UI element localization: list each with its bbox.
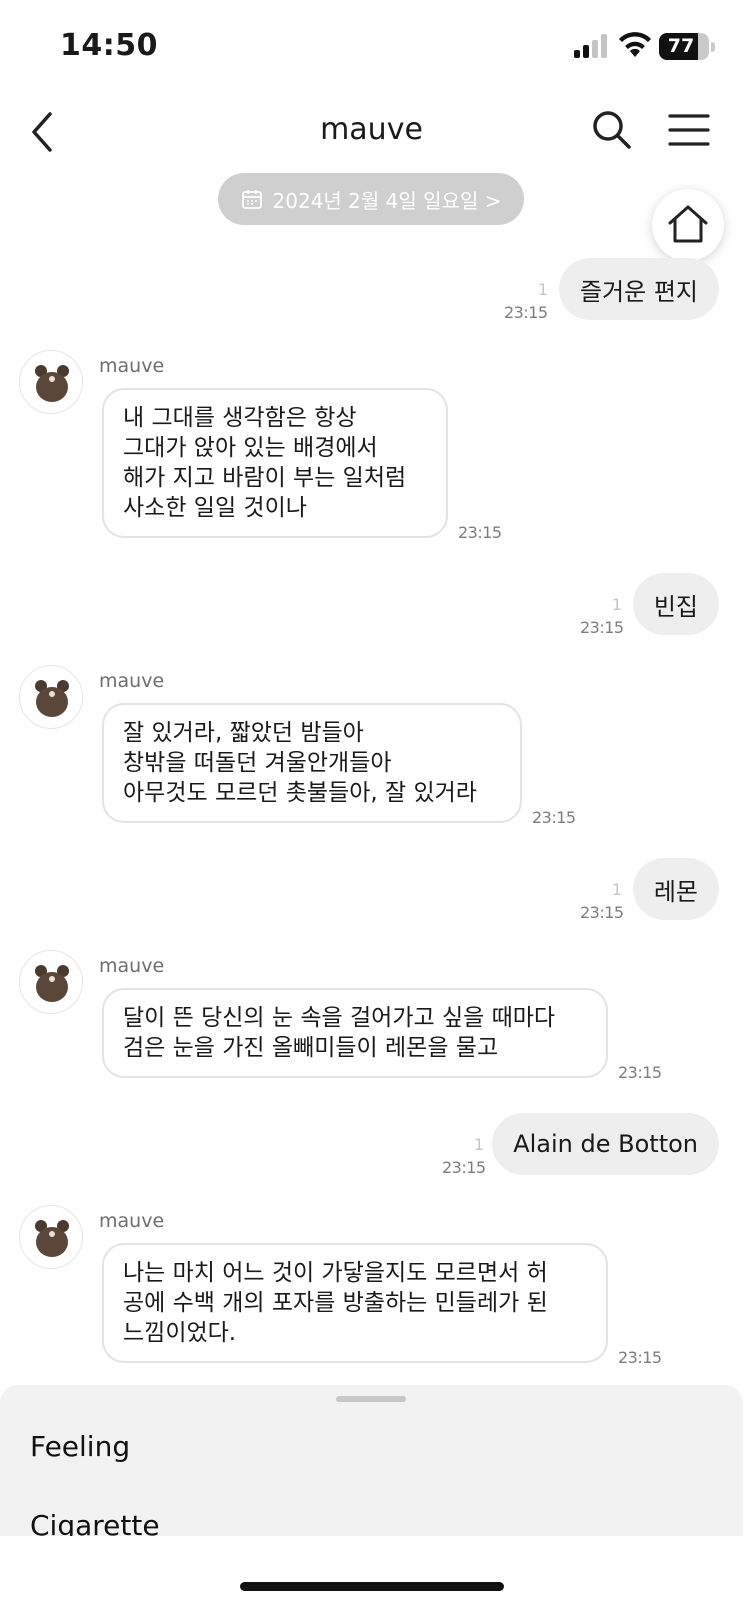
message-line: 해가 지고 바람이 부는 일처럼 xyxy=(123,465,407,491)
message-text: 빈집 xyxy=(653,592,698,621)
message-line: 달이 뜬 당신의 눈 속을 걸어가고 싶을 때마다 xyxy=(123,1005,556,1031)
sent-message-bubble[interactable]: Alain de Botton xyxy=(492,1113,719,1175)
message-text: 레몬 xyxy=(653,877,698,906)
sheet-item-feeling[interactable]: Feeling xyxy=(30,1430,130,1463)
date-label: 2024년 2월 4일 일요일 > xyxy=(272,188,502,213)
message-time: 23:15 xyxy=(618,1063,662,1082)
unread-count: 1 xyxy=(473,1135,484,1154)
avatar[interactable] xyxy=(19,350,83,414)
battery-level: 77 xyxy=(667,35,695,57)
menu-button[interactable] xyxy=(668,112,710,148)
message-line: 아무것도 모르던 촛불들아, 잘 있거라 xyxy=(123,780,477,806)
received-message-bubble[interactable]: 잘 있거라, 짧았던 밤들아 창밖을 떠돌던 겨울안개들아 아무것도 모르던 촛… xyxy=(102,703,522,823)
received-message-bubble[interactable]: 달이 뜬 당신의 눈 속을 걸어가고 싶을 때마다 검은 눈을 가진 올빼미들이… xyxy=(102,988,608,1078)
message-line: 사소한 일일 것이나 xyxy=(123,495,307,521)
message-line: 내 그대를 생각함은 항상 xyxy=(123,405,357,431)
message-line: 그대가 앉아 있는 배경에서 xyxy=(123,435,378,461)
sheet-drag-handle[interactable] xyxy=(336,1396,406,1402)
unread-count: 1 xyxy=(611,880,622,899)
home-icon xyxy=(668,205,708,243)
avatar[interactable] xyxy=(19,665,83,729)
bear-avatar-icon xyxy=(35,965,69,1002)
sender-name: mauve xyxy=(99,670,165,692)
battery-cap xyxy=(711,42,715,52)
sheet-item-cigarette[interactable]: Cigarette xyxy=(30,1509,160,1536)
unread-count: 1 xyxy=(611,595,622,614)
message-time: 23:15 xyxy=(458,523,502,542)
sent-message-bubble[interactable]: 레몬 xyxy=(632,858,719,920)
message-time: 23:15 xyxy=(580,618,624,637)
message-time: 23:15 xyxy=(618,1348,662,1367)
message-time: 23:15 xyxy=(580,903,624,922)
message-line: 잘 있거라, 짧았던 밤들아 xyxy=(123,720,364,746)
hamburger-menu-icon xyxy=(668,114,710,146)
sender-name: mauve xyxy=(99,955,165,977)
sender-name: mauve xyxy=(99,1210,165,1232)
bear-avatar-icon xyxy=(35,365,69,402)
cellular-signal-icon xyxy=(574,34,610,58)
search-icon xyxy=(593,111,631,149)
unread-count: 1 xyxy=(537,280,548,299)
received-message-bubble[interactable]: 나는 마치 어느 것이 가닿을지도 모르면서 허 공에 수백 개의 포자를 방출… xyxy=(102,1243,608,1363)
home-indicator[interactable] xyxy=(240,1582,504,1591)
status-time: 14:50 xyxy=(60,28,158,63)
status-bar: 14:50 77 xyxy=(0,0,743,92)
avatar[interactable] xyxy=(19,1205,83,1269)
message-line: 느낌이었다. xyxy=(123,1320,237,1346)
sent-message-bubble[interactable]: 즐거운 편지 xyxy=(558,258,719,320)
message-time: 23:15 xyxy=(442,1158,486,1177)
search-button[interactable] xyxy=(590,108,634,152)
message-line: 창밖을 떠돌던 겨울안개들아 xyxy=(123,750,392,776)
chat-header: mauve xyxy=(0,92,743,172)
received-message-bubble[interactable]: 내 그대를 생각함은 항상 그대가 앉아 있는 배경에서 해가 지고 바람이 부… xyxy=(102,388,448,538)
calendar-icon xyxy=(241,190,262,209)
avatar[interactable] xyxy=(19,950,83,1014)
battery-icon: 77 xyxy=(659,33,709,60)
message-line: 공에 수백 개의 포자를 방출하는 민들레가 된 xyxy=(123,1290,548,1316)
bottom-sheet: Feeling Cigarette xyxy=(0,1385,743,1536)
message-text: Alain de Botton xyxy=(513,1130,698,1158)
home-button[interactable] xyxy=(652,189,724,261)
sent-message-bubble[interactable]: 빈집 xyxy=(632,573,719,635)
message-text: 즐거운 편지 xyxy=(579,277,698,306)
message-line: 검은 눈을 가진 올빼미들이 레몬을 물고 xyxy=(123,1035,499,1061)
bear-avatar-icon xyxy=(35,680,69,717)
sender-name: mauve xyxy=(99,355,165,377)
message-time: 23:15 xyxy=(504,303,548,322)
message-time: 23:15 xyxy=(532,808,576,827)
date-separator[interactable]: 2024년 2월 4일 일요일 > xyxy=(218,173,524,225)
home-indicator-area xyxy=(0,1536,743,1608)
message-line: 나는 마치 어느 것이 가닿을지도 모르면서 허 xyxy=(123,1260,548,1286)
wifi-icon xyxy=(618,30,652,58)
bear-avatar-icon xyxy=(35,1220,69,1257)
